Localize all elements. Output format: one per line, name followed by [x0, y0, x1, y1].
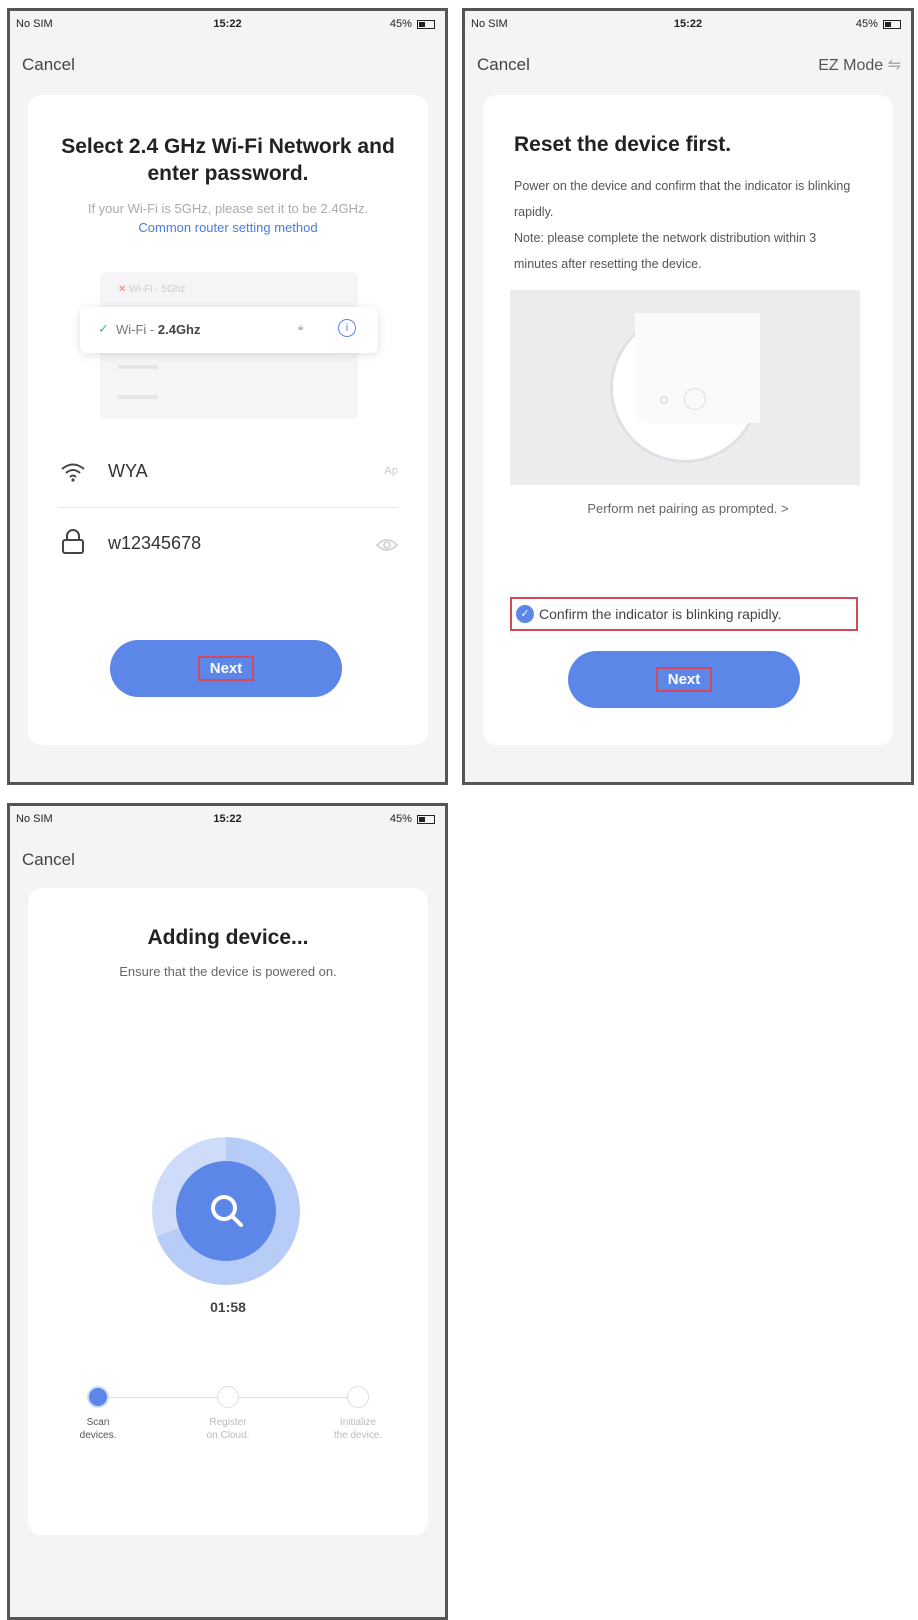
device-circle [610, 313, 760, 463]
next-button[interactable]: Next [568, 651, 800, 708]
router-setting-link[interactable]: Common router setting method [138, 220, 317, 235]
reset-instructions: Power on the device and confirm that the… [514, 179, 851, 271]
countdown-timer: 01:58 [210, 1299, 246, 1315]
wifi-24-row: ✓ Wi-Fi - 2.4Ghz 🔒︎ i [80, 307, 378, 353]
lock-icon: 🔒︎ [298, 322, 304, 333]
battery-icon [883, 19, 901, 29]
progress-inner-circle [176, 1161, 276, 1261]
cloud-step-icon [217, 1386, 239, 1408]
step-active-icon [87, 1386, 109, 1408]
battery-icon [417, 19, 435, 29]
search-icon [211, 1195, 243, 1227]
progress-card: Adding device... Ensure that the device … [28, 888, 428, 1535]
placeholder-line [118, 365, 158, 369]
screen-adding-device: No SIM 15:22 45% Cancel Adding device...… [7, 803, 448, 1620]
x-icon: ✕ [118, 284, 127, 295]
wifi-icon [61, 463, 85, 482]
wifi-24-label: Wi-Fi - 2.4Ghz [116, 322, 201, 337]
lock-icon [62, 529, 84, 554]
battery-indicator: 45% [390, 813, 435, 825]
screen-reset-device: No SIM 15:22 45% Cancel EZ Mode ⇋ Reset … [462, 8, 914, 785]
next-label: Next [197, 656, 255, 681]
check-icon: ✓ [98, 321, 109, 336]
status-bar: No SIM 15:22 45% [10, 11, 445, 33]
confirm-label: Confirm the indicator is blinking rapidl… [539, 606, 782, 622]
page-title: Reset the device first. [514, 133, 732, 156]
device-illustration [510, 290, 860, 485]
progress-ring [152, 1137, 300, 1285]
swap-icon: ⇋ [887, 57, 901, 74]
ssid-hint: Ap [384, 465, 398, 477]
clock: 15:22 [213, 18, 242, 30]
step-scan: Scan devices. [48, 1386, 148, 1442]
hint-text: If your Wi-Fi is 5GHz, please set it to … [87, 201, 369, 216]
page-subtitle: Ensure that the device is powered on. [119, 964, 337, 979]
battery-indicator: 45% [856, 18, 901, 30]
wifi-card: Select 2.4 GHz Wi-Fi Network and enter p… [28, 95, 428, 745]
cancel-button[interactable]: Cancel [477, 55, 530, 75]
divider [58, 507, 398, 508]
step-register: Register on Cloud. [178, 1386, 278, 1442]
ez-mode-button[interactable]: EZ Mode ⇋ [818, 55, 901, 75]
password-field[interactable]: w12345678 [108, 533, 201, 554]
clock: 15:22 [213, 813, 242, 825]
placeholder-line [118, 395, 158, 399]
next-label: Next [655, 667, 713, 692]
eye-icon[interactable] [376, 538, 398, 552]
status-bar: No SIM 15:22 45% [10, 806, 445, 828]
step-label: Register on Cloud. [206, 1417, 250, 1441]
indicator-dot [660, 396, 668, 404]
ssid-field[interactable]: WYA [108, 461, 148, 482]
page-title: Select 2.4 GHz Wi-Fi Network and enter p… [61, 135, 395, 185]
screen-wifi-setup: No SIM 15:22 45% Cancel Select 2.4 GHz W… [7, 8, 448, 785]
step-label: Initialize the device. [333, 1417, 383, 1441]
reset-button-icon [684, 388, 706, 410]
step-initialize: Initialize the device. [308, 1386, 408, 1442]
reset-card: Reset the device first. Power on the dev… [483, 95, 893, 745]
net-pairing-link[interactable]: Perform net pairing as prompted. > [483, 501, 893, 516]
wifi-hint: If your Wi-Fi is 5GHz, please set it to … [68, 199, 388, 237]
next-button[interactable]: Next [110, 640, 342, 697]
status-bar: No SIM 15:22 45% [465, 11, 911, 33]
clock: 15:22 [673, 18, 703, 30]
wifi-5g-row: ✕ Wi-Fi - 5Ghz [118, 284, 186, 295]
cancel-button[interactable]: Cancel [22, 850, 75, 870]
info-icon: i [338, 319, 356, 337]
confirm-row[interactable]: ✓ Confirm the indicator is blinking rapi… [510, 597, 858, 631]
step-label: Scan devices. [79, 1417, 117, 1441]
battery-indicator: 45% [390, 18, 435, 30]
checkbox-checked-icon[interactable]: ✓ [516, 605, 534, 623]
battery-icon [417, 814, 435, 824]
init-step-icon [347, 1386, 369, 1408]
page-title: Adding device... [147, 926, 309, 949]
cancel-button[interactable]: Cancel [22, 55, 75, 75]
